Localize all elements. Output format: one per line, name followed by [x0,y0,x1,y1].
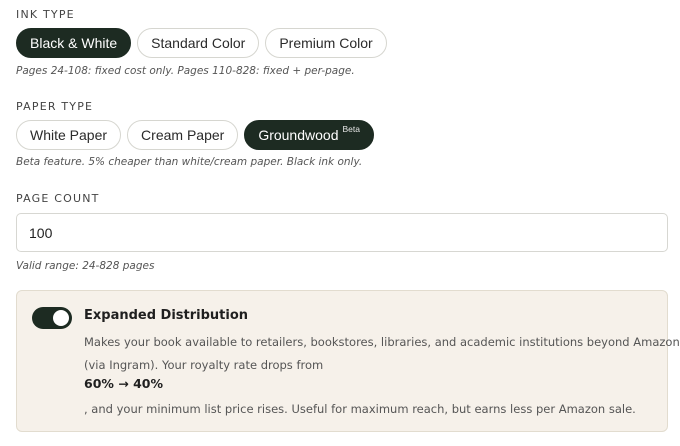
expanded-distribution-title: Expanded Distribution [84,308,249,323]
beta-badge: Beta [342,124,360,134]
expanded-distribution-description-2: (via Ingram). Your royalty rate drops fr… [84,358,324,372]
paper-option-groundwood[interactable]: Groundwood Beta [244,120,374,150]
paper-type-label: PAPER TYPE [16,100,94,113]
expanded-distribution-description-1: Makes your book available to retailers, … [84,335,680,349]
page-count-label: PAGE COUNT [16,192,100,205]
paper-option-white[interactable]: White Paper [16,120,122,150]
royalty-rate-change: 60% → 40% [84,376,164,391]
paper-option-groundwood-label: Groundwood [258,127,339,143]
expanded-distribution-description-3: , and your minimum list price rises. Use… [84,402,636,416]
ink-type-options: Black & White Standard Color Premium Col… [16,28,387,58]
paper-option-cream[interactable]: Cream Paper [127,120,239,150]
paper-type-hint: Beta feature. 5% cheaper than white/crea… [16,156,363,168]
ink-option-black-white[interactable]: Black & White [16,28,132,58]
page-count-hint: Valid range: 24-828 pages [16,260,155,272]
ink-type-hint: Pages 24-108: fixed cost only. Pages 110… [16,65,355,77]
ink-option-premium-color[interactable]: Premium Color [265,28,387,58]
ink-type-label: INK TYPE [16,8,75,21]
expanded-distribution-card: Expanded Distribution Makes your book av… [16,290,680,432]
toggle-knob [53,310,69,326]
expanded-distribution-toggle[interactable] [32,307,72,329]
page-count-input[interactable] [16,213,668,252]
paper-type-options: White Paper Cream Paper Groundwood Beta [16,120,374,150]
ink-option-standard-color[interactable]: Standard Color [137,28,260,58]
